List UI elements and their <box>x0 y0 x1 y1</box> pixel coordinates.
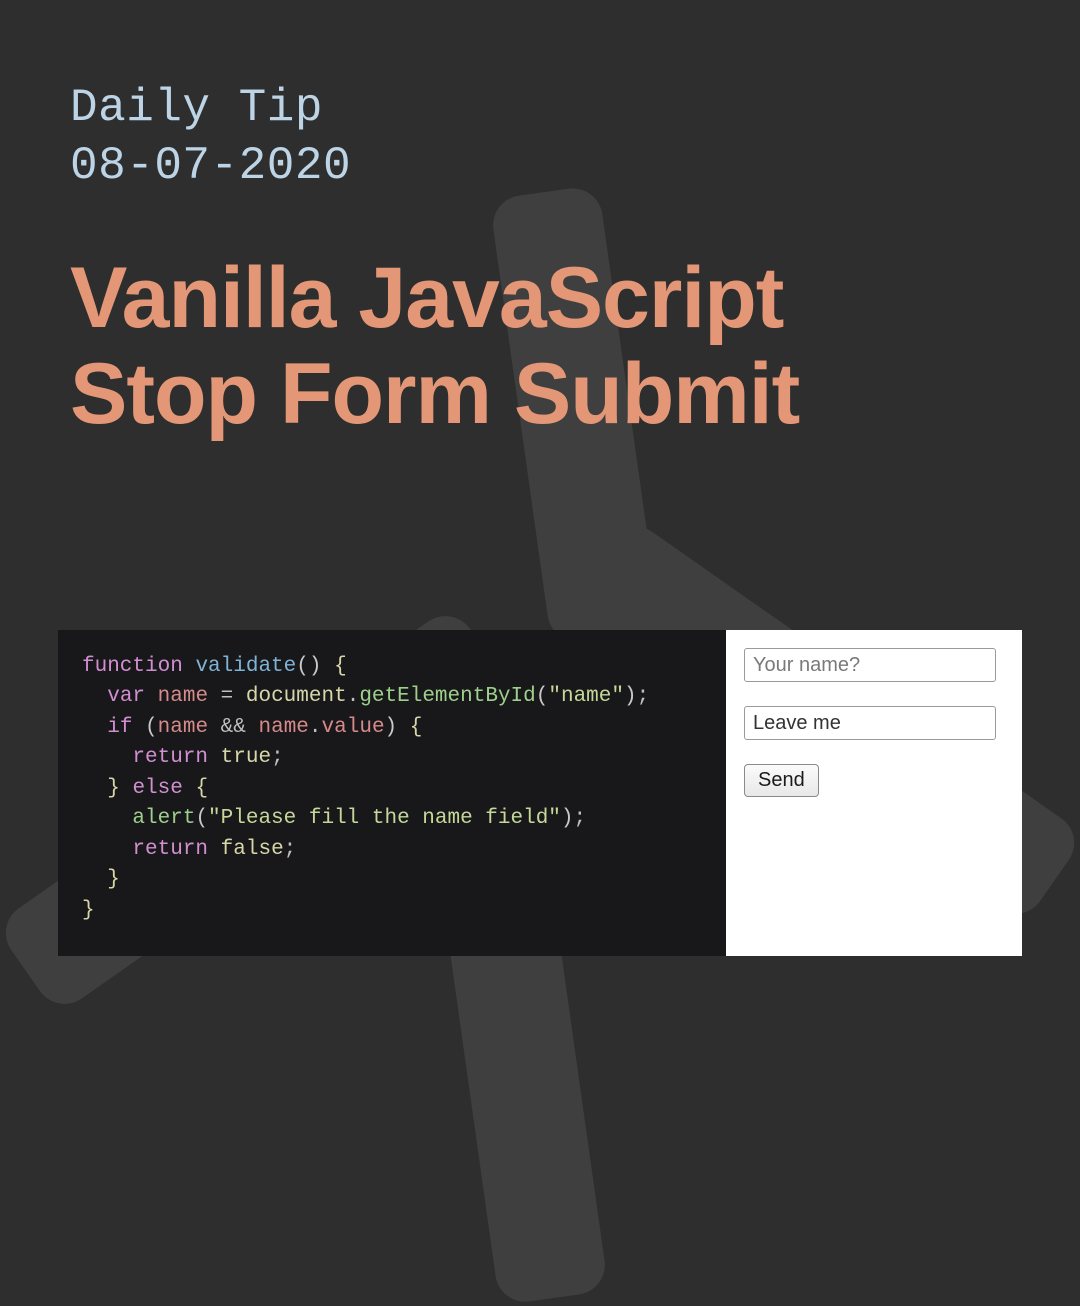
kw-function: function <box>82 655 183 678</box>
kw-var: var <box>107 685 145 708</box>
headline-line1: Vanilla JavaScript <box>70 250 783 346</box>
panels: function validate() { var name = documen… <box>58 630 1022 956</box>
rbrace: } <box>82 899 95 922</box>
semi: ; <box>574 807 587 830</box>
code-panel: function validate() { var name = documen… <box>58 630 726 956</box>
obj-document: document <box>246 685 347 708</box>
fn-name: validate <box>195 655 296 678</box>
eyebrow: Daily Tip 08-07-2020 <box>70 80 1010 195</box>
bool-true: true <box>221 746 271 769</box>
semi: ; <box>284 838 297 861</box>
lbrace: { <box>410 716 423 739</box>
lparen: ( <box>536 685 549 708</box>
rparen: ) <box>309 655 322 678</box>
str-name: "name" <box>548 685 624 708</box>
rparen: ) <box>385 716 398 739</box>
lbrace: { <box>334 655 347 678</box>
prop-value: value <box>322 716 385 739</box>
kw-else: else <box>132 777 182 800</box>
lparen: ( <box>296 655 309 678</box>
lbrace: { <box>195 777 208 800</box>
rbrace: } <box>107 868 120 891</box>
send-button[interactable]: Send <box>744 764 819 797</box>
headline: Vanilla JavaScript Stop Form Submit <box>70 250 1010 443</box>
kw-return: return <box>132 838 208 861</box>
op-dot: . <box>347 685 360 708</box>
var-name: name <box>158 716 208 739</box>
op-eq: = <box>208 685 246 708</box>
lparen: ( <box>145 716 158 739</box>
extra-input[interactable] <box>744 706 996 740</box>
eyebrow-line1: Daily Tip <box>70 82 323 134</box>
var-name: name <box>158 685 208 708</box>
method-gebi: getElementById <box>359 685 535 708</box>
eyebrow-line2: 08-07-2020 <box>70 140 351 192</box>
semi: ; <box>637 685 650 708</box>
bool-false: false <box>221 838 284 861</box>
rparen: ) <box>561 807 574 830</box>
semi: ; <box>271 746 284 769</box>
rbrace: } <box>107 777 120 800</box>
fn-alert: alert <box>132 807 195 830</box>
var-name: name <box>259 716 309 739</box>
op-and: && <box>208 716 258 739</box>
rparen: ) <box>624 685 637 708</box>
name-input[interactable] <box>744 648 996 682</box>
form-panel: Send <box>726 630 1022 956</box>
headline-line2: Stop Form Submit <box>70 346 799 442</box>
kw-if: if <box>107 716 132 739</box>
lparen: ( <box>195 807 208 830</box>
kw-return: return <box>132 746 208 769</box>
header-block: Daily Tip 08-07-2020 Vanilla JavaScript … <box>0 0 1080 443</box>
str-msg: "Please fill the name field" <box>208 807 561 830</box>
op-dot: . <box>309 716 322 739</box>
